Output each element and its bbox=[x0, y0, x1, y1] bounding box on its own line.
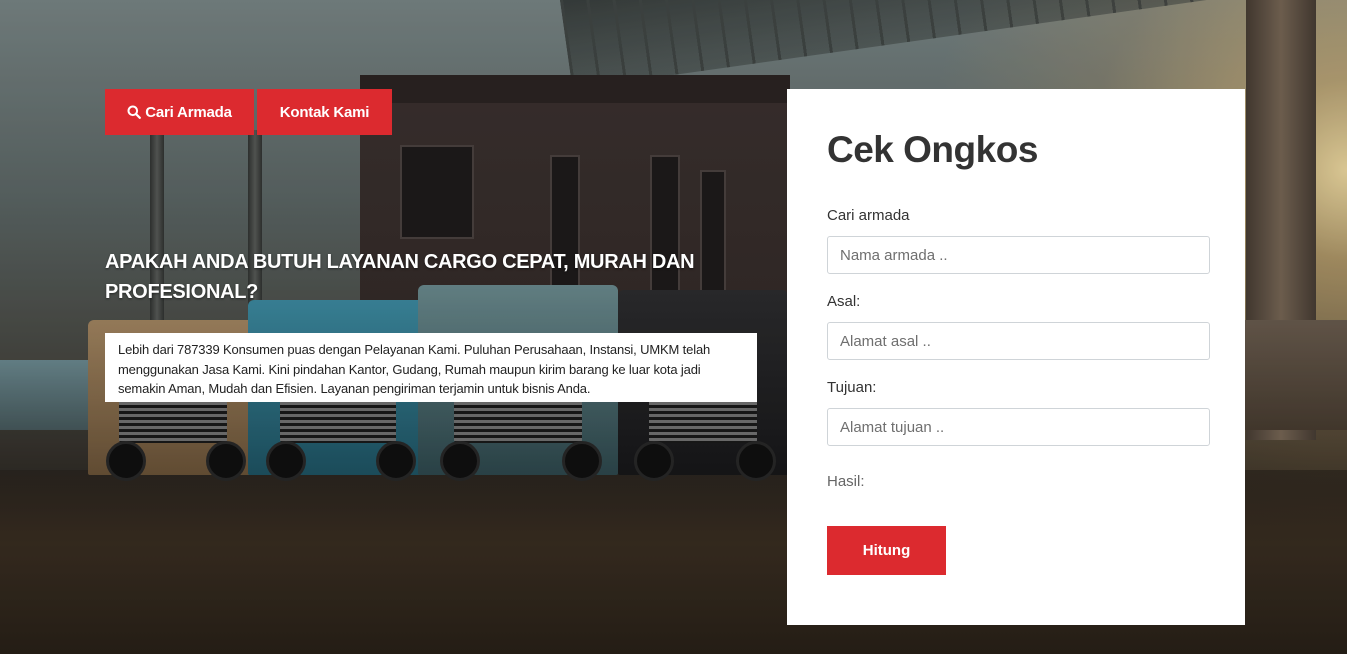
card-title: Cek Ongkos bbox=[827, 129, 1038, 170]
kontak-kami-button[interactable]: Kontak Kami bbox=[257, 89, 392, 135]
hasil-label: Hasil: bbox=[827, 473, 865, 490]
hero-headline: APAKAH ANDA BUTUH LAYANAN CARGO CEPAT, M… bbox=[105, 251, 695, 303]
asal-label: Asal: bbox=[827, 293, 861, 310]
tujuan-input[interactable] bbox=[827, 408, 1210, 446]
cari-armada-button[interactable]: Cari Armada bbox=[105, 89, 254, 135]
kontak-kami-label: Kontak Kami bbox=[279, 103, 370, 121]
cari-armada-label: Cari Armada bbox=[145, 103, 232, 121]
search-icon bbox=[127, 105, 142, 119]
hero-description: Lebih dari 787339 Konsumen puas dengan P… bbox=[105, 333, 757, 402]
armada-input[interactable] bbox=[827, 236, 1210, 274]
asal-input[interactable] bbox=[827, 322, 1210, 360]
hitung-button[interactable]: Hitung bbox=[827, 526, 946, 575]
tujuan-label: Tujuan: bbox=[827, 379, 877, 396]
cek-ongkos-card: Cek Ongkos Cari armada Asal: Tujuan: Has… bbox=[787, 89, 1245, 625]
armada-label: Cari armada bbox=[827, 207, 910, 224]
